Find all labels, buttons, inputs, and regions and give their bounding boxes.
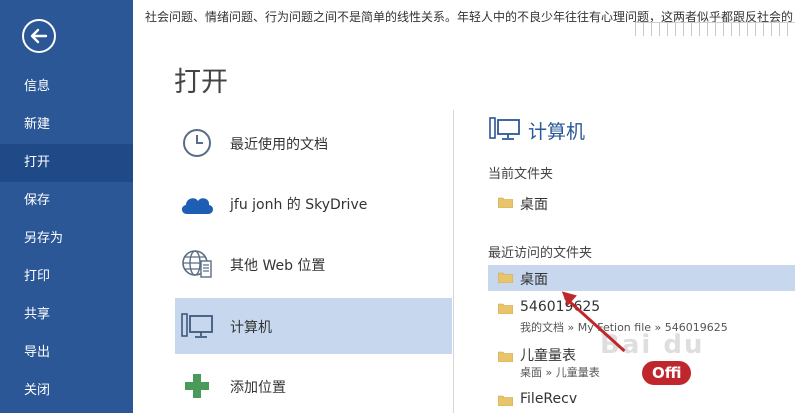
page-title: 打开: [174, 67, 228, 98]
location-label: jfu jonh 的 SkyDrive: [230, 197, 368, 213]
nav-open[interactable]: 打开: [0, 144, 133, 182]
folder-path: 桌面 » 儿童量表: [520, 366, 600, 379]
recent-folder-item[interactable]: FileRecv: [488, 388, 795, 413]
folder-icon: [498, 197, 513, 208]
cloud-icon: [179, 185, 215, 221]
folder-name: 546019625: [520, 299, 601, 315]
document-text-strip: 社会问题、情绪问题、行为问题之间不是简单的线性关系。年轻人中的不良少年往往有心理…: [133, 0, 795, 36]
location-other-web[interactable]: 其他 Web 位置: [175, 236, 452, 292]
nav-save[interactable]: 保存: [0, 182, 133, 220]
current-folder-item[interactable]: 桌面: [488, 190, 795, 216]
plus-icon: [179, 368, 215, 404]
nav-close[interactable]: 关闭: [0, 372, 133, 410]
folder-icon: [498, 303, 513, 314]
folder-name: 儿童量表: [520, 348, 576, 364]
nav-share[interactable]: 共享: [0, 296, 133, 334]
column-divider: [453, 110, 454, 413]
recent-folder-item[interactable]: 桌面: [488, 265, 795, 291]
current-folder-label: 当前文件夹: [488, 167, 554, 182]
folder-name: FileRecv: [520, 391, 578, 407]
folder-icon: [498, 351, 513, 362]
watermark-badge: Offi: [642, 361, 692, 385]
pane-title: 计算机: [528, 121, 586, 143]
folder-icon: [498, 395, 513, 406]
computer-icon: [489, 116, 521, 148]
folder-icon: [498, 272, 513, 283]
location-label: 最近使用的文档: [230, 137, 328, 153]
location-computer[interactable]: 计算机: [175, 298, 452, 354]
ruler: [635, 22, 795, 36]
nav-info[interactable]: 信息: [0, 68, 133, 106]
back-button[interactable]: [22, 19, 56, 53]
location-skydrive[interactable]: jfu jonh 的 SkyDrive: [175, 175, 452, 231]
computer-icon: [179, 308, 215, 344]
nav-export[interactable]: 导出: [0, 334, 133, 372]
folder-name: 桌面: [520, 197, 548, 213]
backstage-sidebar: 信息 新建 打开 保存 另存为 打印 共享 导出 关闭: [0, 0, 133, 413]
location-label: 计算机: [230, 320, 272, 336]
location-label: 其他 Web 位置: [230, 258, 326, 274]
folder-name: 桌面: [520, 272, 548, 288]
nav-save-as[interactable]: 另存为: [0, 220, 133, 258]
location-recent-documents[interactable]: 最近使用的文档: [175, 115, 452, 171]
nav-print[interactable]: 打印: [0, 258, 133, 296]
recent-folders-label: 最近访问的文件夹: [488, 246, 593, 261]
location-label: 添加位置: [230, 380, 286, 396]
globe-server-icon: [179, 246, 215, 282]
location-add[interactable]: 添加位置: [175, 358, 452, 414]
back-arrow-icon: [30, 28, 48, 44]
recent-folder-item[interactable]: 546019625 我的文档 » My Fetion file » 546019…: [488, 295, 795, 335]
nav-new[interactable]: 新建: [0, 106, 133, 144]
clock-icon: [179, 125, 215, 161]
